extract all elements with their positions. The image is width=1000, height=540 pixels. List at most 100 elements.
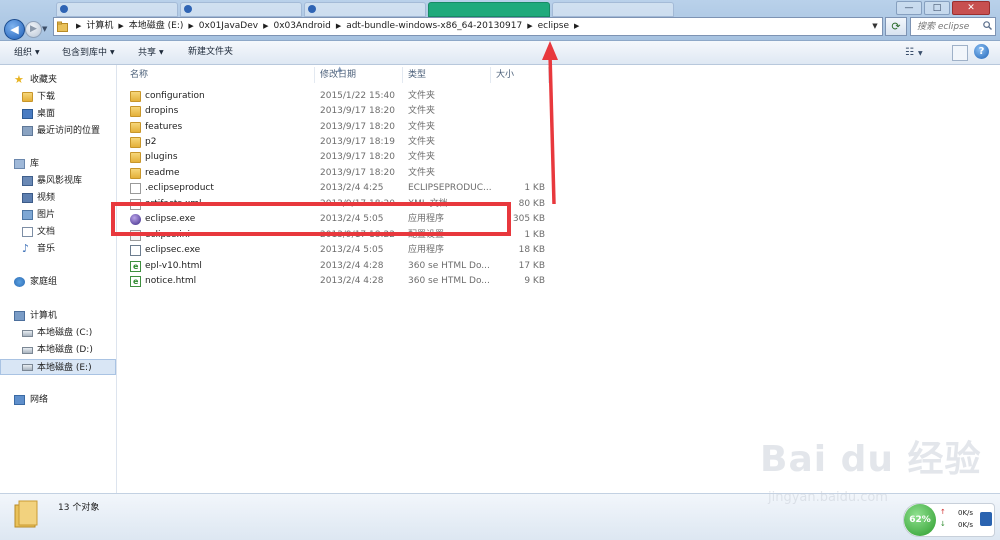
share-menu[interactable]: 共享 ▼ <box>134 41 168 64</box>
file-row-notice-html[interactable]: notice.html 2013/2/4 4:28 360 se HTML Do… <box>117 274 1000 289</box>
nav-label: 收藏夹 <box>30 75 58 85</box>
file-row-eclipsec-exe[interactable]: eclipsec.exe 2013/2/4 5:05 应用程序 18 KB <box>117 243 1000 258</box>
breadcrumb-drive-e[interactable]: 本地磁盘 (E:) <box>129 21 184 31</box>
breadcrumb-android[interactable]: 0x03Android <box>274 21 331 31</box>
refresh-button[interactable]: ⟳ <box>885 17 907 36</box>
nav-label: 暴风影视库 <box>37 176 83 186</box>
drive-icon <box>22 330 33 337</box>
music-note-icon: ♪ <box>22 242 30 255</box>
download-rate: 0K/s <box>958 521 974 529</box>
share-label: 共享 <box>138 48 157 58</box>
column-header-modified[interactable]: 修改日期 <box>320 65 356 85</box>
navigation-pane: ★ 收藏夹 下载 桌面 最近访问的位置 库 暴风影视库 视频 图片 文档 ♪ 音… <box>0 65 117 493</box>
new-folder-button[interactable]: 新建文件夹 <box>184 41 237 64</box>
recent-pages-dropdown[interactable]: ▼ <box>42 24 50 34</box>
search-icon[interactable] <box>983 21 992 30</box>
widget-menu-button[interactable] <box>980 512 992 526</box>
column-divider[interactable] <box>402 67 403 83</box>
folder-icon <box>130 91 141 102</box>
breadcrumb-computer[interactable]: 计算机 <box>86 21 113 31</box>
ghost-tab <box>180 2 302 17</box>
file-type: 文件夹 <box>408 152 436 162</box>
minimize-button[interactable]: — <box>896 1 922 15</box>
file-row-epl-html[interactable]: epl-v10.html 2013/2/4 4:28 360 se HTML D… <box>117 259 1000 274</box>
chevron-down-icon: ▼ <box>35 49 40 56</box>
nav-libraries[interactable]: 库 <box>0 156 116 172</box>
column-divider[interactable] <box>314 67 315 83</box>
column-header-name[interactable]: 名称 <box>130 65 148 85</box>
preview-pane-button[interactable] <box>952 45 968 61</box>
nav-item-documents[interactable]: 文档 <box>0 224 116 240</box>
maximize-button[interactable]: □ <box>924 1 950 15</box>
breadcrumb-separator[interactable]: ▶ <box>71 18 86 35</box>
library-icon <box>14 159 25 169</box>
breadcrumb-separator[interactable]: ▶ <box>331 18 346 35</box>
browser-icon <box>308 5 316 13</box>
column-header-size[interactable]: 大小 <box>496 65 514 85</box>
nav-computer[interactable]: 计算机 <box>0 308 116 324</box>
close-button[interactable]: ✕ <box>952 1 990 15</box>
file-modified: 2013/2/4 4:28 <box>320 276 384 286</box>
breadcrumb-adt-bundle[interactable]: adt-bundle-windows-x86_64-20130917 <box>346 21 522 31</box>
breadcrumb-separator[interactable]: ▶ <box>183 18 198 35</box>
file-type: 文件夹 <box>408 168 436 178</box>
nav-label: 视频 <box>37 193 56 203</box>
address-history-dropdown[interactable]: ▼ <box>868 18 882 35</box>
annotation-highlight-box <box>111 202 511 236</box>
organize-label: 组织 <box>14 48 33 58</box>
nav-label: 本地磁盘 (D:) <box>37 345 93 355</box>
help-button[interactable]: ? <box>974 44 989 59</box>
change-view-button[interactable]: ☷ ▼ <box>905 45 935 60</box>
folder-icon <box>14 500 38 528</box>
forward-button[interactable]: ▶ <box>25 21 42 38</box>
breadcrumb-eclipse[interactable]: eclipse <box>538 21 569 31</box>
console-exe-icon <box>130 245 141 256</box>
drive-icon <box>22 364 33 371</box>
breadcrumb-separator[interactable]: ▶ <box>522 18 537 35</box>
title-bar: — □ ✕ ◀ ▶ ▼ ▶ 计算机 ▶ 本地磁盘 (E:) ▶ 0x01JavaDev ▶ 0x0… <box>0 0 1000 41</box>
nav-network[interactable]: 网络 <box>0 392 116 408</box>
breadcrumb-separator[interactable]: ▶ <box>258 18 273 35</box>
nav-label: 桌面 <box>37 109 56 119</box>
include-in-library-menu[interactable]: 包含到库中 ▼ <box>58 41 119 64</box>
file-modified: 2013/9/17 18:20 <box>320 106 395 116</box>
nav-label: 网络 <box>30 395 49 405</box>
column-header-type[interactable]: 类型 <box>408 65 426 85</box>
address-bar[interactable]: ▶ 计算机 ▶ 本地磁盘 (E:) ▶ 0x01JavaDev ▶ 0x03Android ▶ a… <box>53 17 883 36</box>
nav-item-desktop[interactable]: 桌面 <box>0 106 116 122</box>
nav-item-drive-d[interactable]: 本地磁盘 (D:) <box>0 342 116 358</box>
nav-item-drive-c[interactable]: 本地磁盘 (C:) <box>0 325 116 341</box>
document-icon <box>22 227 33 237</box>
breadcrumb-separator[interactable]: ▶ <box>113 18 128 35</box>
file-size: 9 KB <box>524 276 545 286</box>
file-size: 18 KB <box>518 245 545 255</box>
folder-icon <box>130 168 141 179</box>
back-button[interactable]: ◀ <box>4 19 25 40</box>
nav-item-downloads[interactable]: 下载 <box>0 89 116 105</box>
file-name: plugins <box>145 152 178 162</box>
file-name: epl-v10.html <box>145 261 202 271</box>
breadcrumb-javadev[interactable]: 0x01JavaDev <box>199 21 258 31</box>
nav-item-drive-e[interactable]: 本地磁盘 (E:) <box>0 359 116 375</box>
nav-item-recent-places[interactable]: 最近访问的位置 <box>0 123 116 139</box>
nav-item-baofeng-library[interactable]: 暴风影视库 <box>0 173 116 189</box>
chevron-down-icon: ▼ <box>917 50 923 57</box>
organize-menu[interactable]: 组织 ▼ <box>10 41 44 64</box>
annotation-arrow-icon <box>542 41 558 205</box>
folder-icon <box>130 122 141 133</box>
nav-homegroup[interactable]: 家庭组 <box>0 274 116 290</box>
nav-label: 下载 <box>37 92 56 102</box>
nav-item-videos[interactable]: 视频 <box>0 190 116 206</box>
html-file-icon <box>130 259 141 274</box>
nav-label: 计算机 <box>30 311 58 321</box>
column-divider[interactable] <box>490 67 491 83</box>
network-speed-widget[interactable]: 62% ↑ ↓ 0K/s 0K/s <box>903 503 995 537</box>
nav-item-music[interactable]: ♪ 音乐 <box>0 241 116 257</box>
folder-icon <box>130 152 141 163</box>
breadcrumb-separator[interactable]: ▶ <box>569 18 584 35</box>
file-modified: 2013/2/4 4:28 <box>320 261 384 271</box>
nav-item-pictures[interactable]: 图片 <box>0 207 116 223</box>
nav-label: 最近访问的位置 <box>37 126 101 136</box>
file-modified: 2013/9/17 18:19 <box>320 137 395 147</box>
nav-favorites[interactable]: ★ 收藏夹 <box>0 72 116 88</box>
